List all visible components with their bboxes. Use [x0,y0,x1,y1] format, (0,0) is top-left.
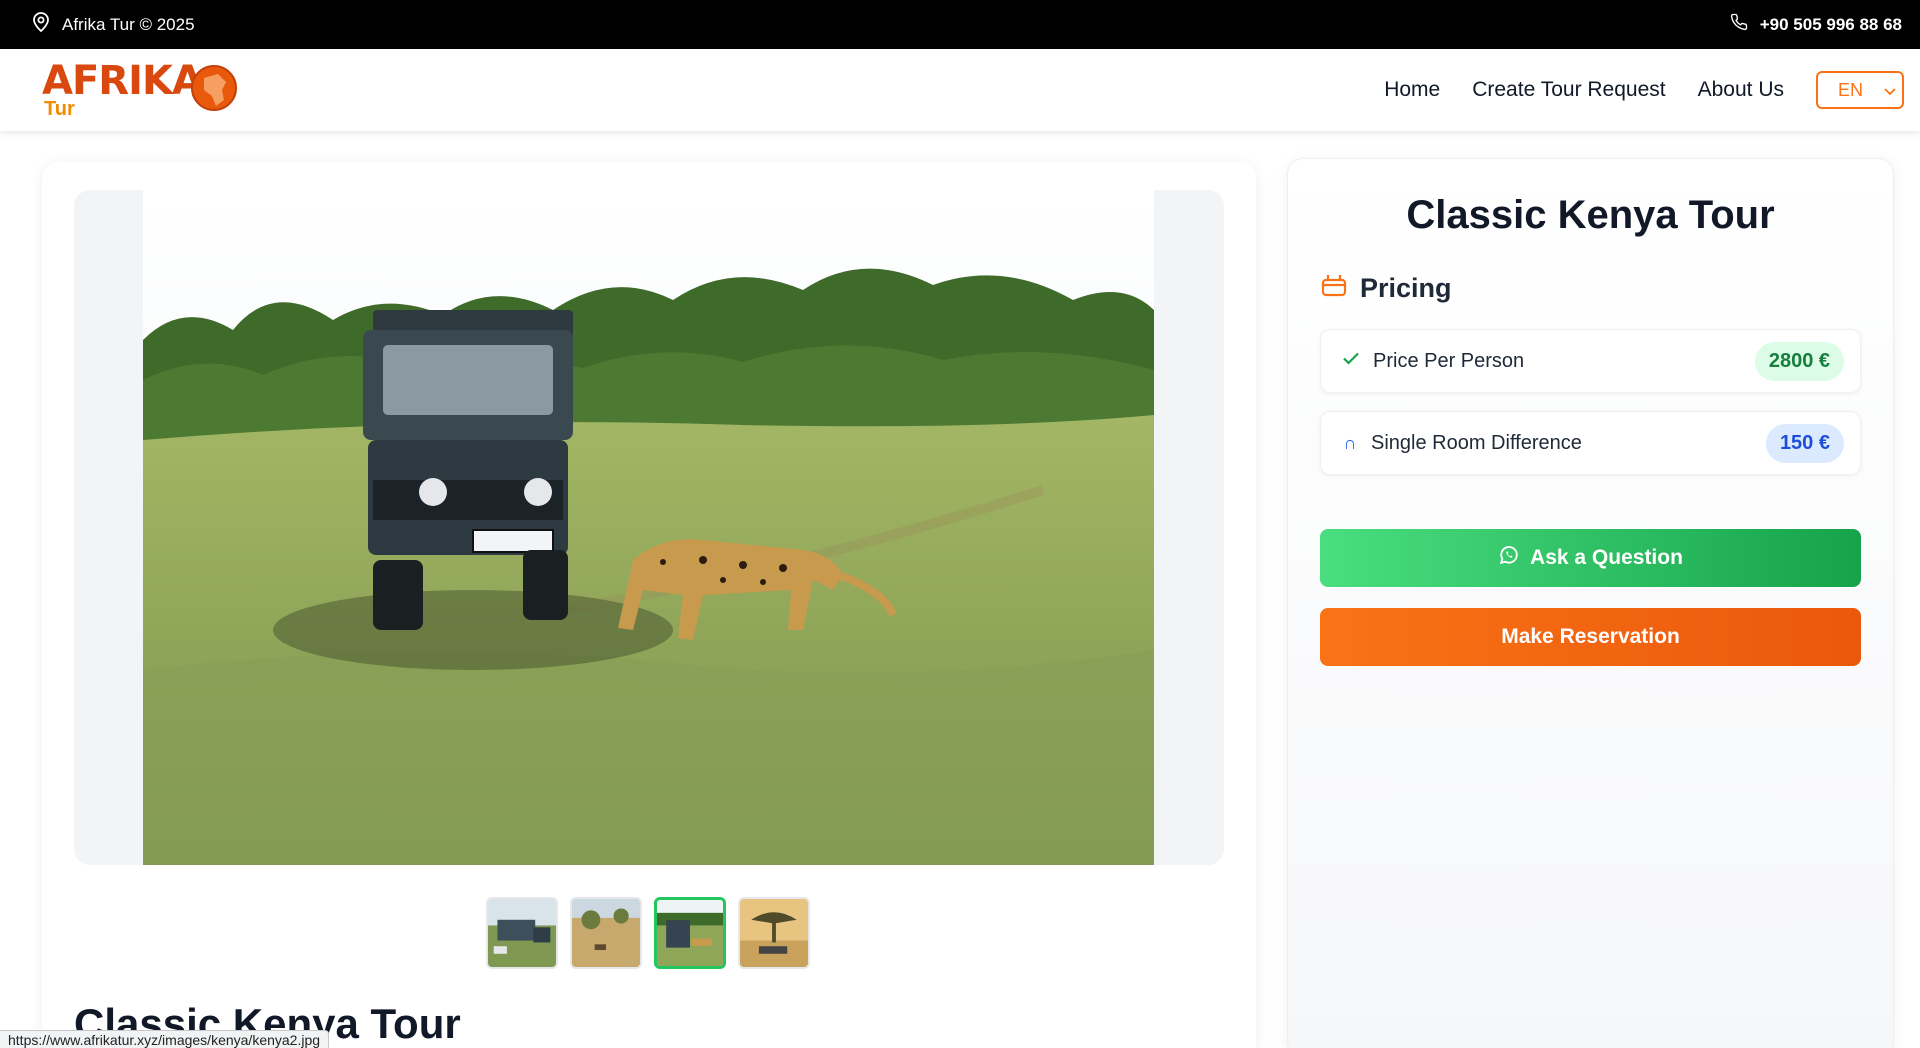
phone-link[interactable]: +90 505 996 88 68 [1760,15,1902,35]
map-pin-icon [32,12,50,37]
africa-map-icon [190,64,238,117]
thumbnail-1[interactable] [486,897,558,969]
site-header: AFRIKA Tur Home Create Tour Request Abou… [0,49,1920,131]
pricing-label: Pricing [1360,273,1452,303]
nav-about-us[interactable]: About Us [1698,78,1784,102]
make-reservation-label: Make Reservation [1501,625,1680,648]
tour-gallery-card: Classic Kenya Tour [42,162,1256,1048]
price-per-person-value: 2800 € [1754,341,1844,381]
ask-question-label: Ask a Question [1530,546,1683,569]
status-url-bar: https://www.afrikatur.xyz/images/kenya/k… [0,1030,330,1048]
thumbnail-3[interactable] [654,897,726,969]
top-bar: Afrika Tur © 2025 +90 505 996 88 68 [0,0,1920,49]
copyright-text: Afrika Tur © 2025 [62,14,195,34]
logo-subtitle: Tur [44,98,75,120]
thumbnail-4[interactable] [738,897,810,969]
price-tag-icon [1320,271,1348,306]
whatsapp-icon [1498,544,1520,572]
phone-icon [1730,13,1748,36]
nav-home[interactable]: Home [1384,78,1440,102]
chevron-down-icon [1884,80,1896,101]
language-select[interactable]: EN [1816,71,1904,109]
room-icon: ∩ [1343,432,1357,453]
sidebar-tour-title: Classic Kenya Tour [1406,193,1775,237]
thumbnail-strip [486,897,810,969]
main-tour-image[interactable] [143,190,1154,865]
ask-question-button[interactable]: Ask a Question [1320,529,1861,587]
main-image-frame [74,190,1224,865]
top-bar-right: +90 505 996 88 68 [1730,13,1902,36]
top-bar-left: Afrika Tur © 2025 [32,12,195,37]
language-value: EN [1838,79,1864,100]
check-icon [1341,348,1361,374]
price-row-single-room: ∩ Single Room Difference 150 € [1320,411,1861,475]
nav-create-tour-request[interactable]: Create Tour Request [1472,78,1665,102]
status-url-text: https://www.afrikatur.xyz/images/kenya/k… [8,1031,321,1048]
thumbnail-2[interactable] [570,897,642,969]
make-reservation-button[interactable]: Make Reservation [1320,608,1861,666]
price-row-per-person: Price Per Person 2800 € [1320,329,1861,393]
main-nav: Home Create Tour Request About Us EN [1384,71,1904,109]
single-room-value: 150 € [1765,423,1844,463]
site-logo[interactable]: AFRIKA Tur [42,58,242,122]
booking-sidebar: Classic Kenya Tour Pricing Price Per Per… [1287,158,1894,1048]
pricing-heading: Pricing [1320,271,1452,306]
single-room-label: Single Room Difference [1371,431,1582,454]
price-per-person-label: Price Per Person [1373,349,1525,372]
